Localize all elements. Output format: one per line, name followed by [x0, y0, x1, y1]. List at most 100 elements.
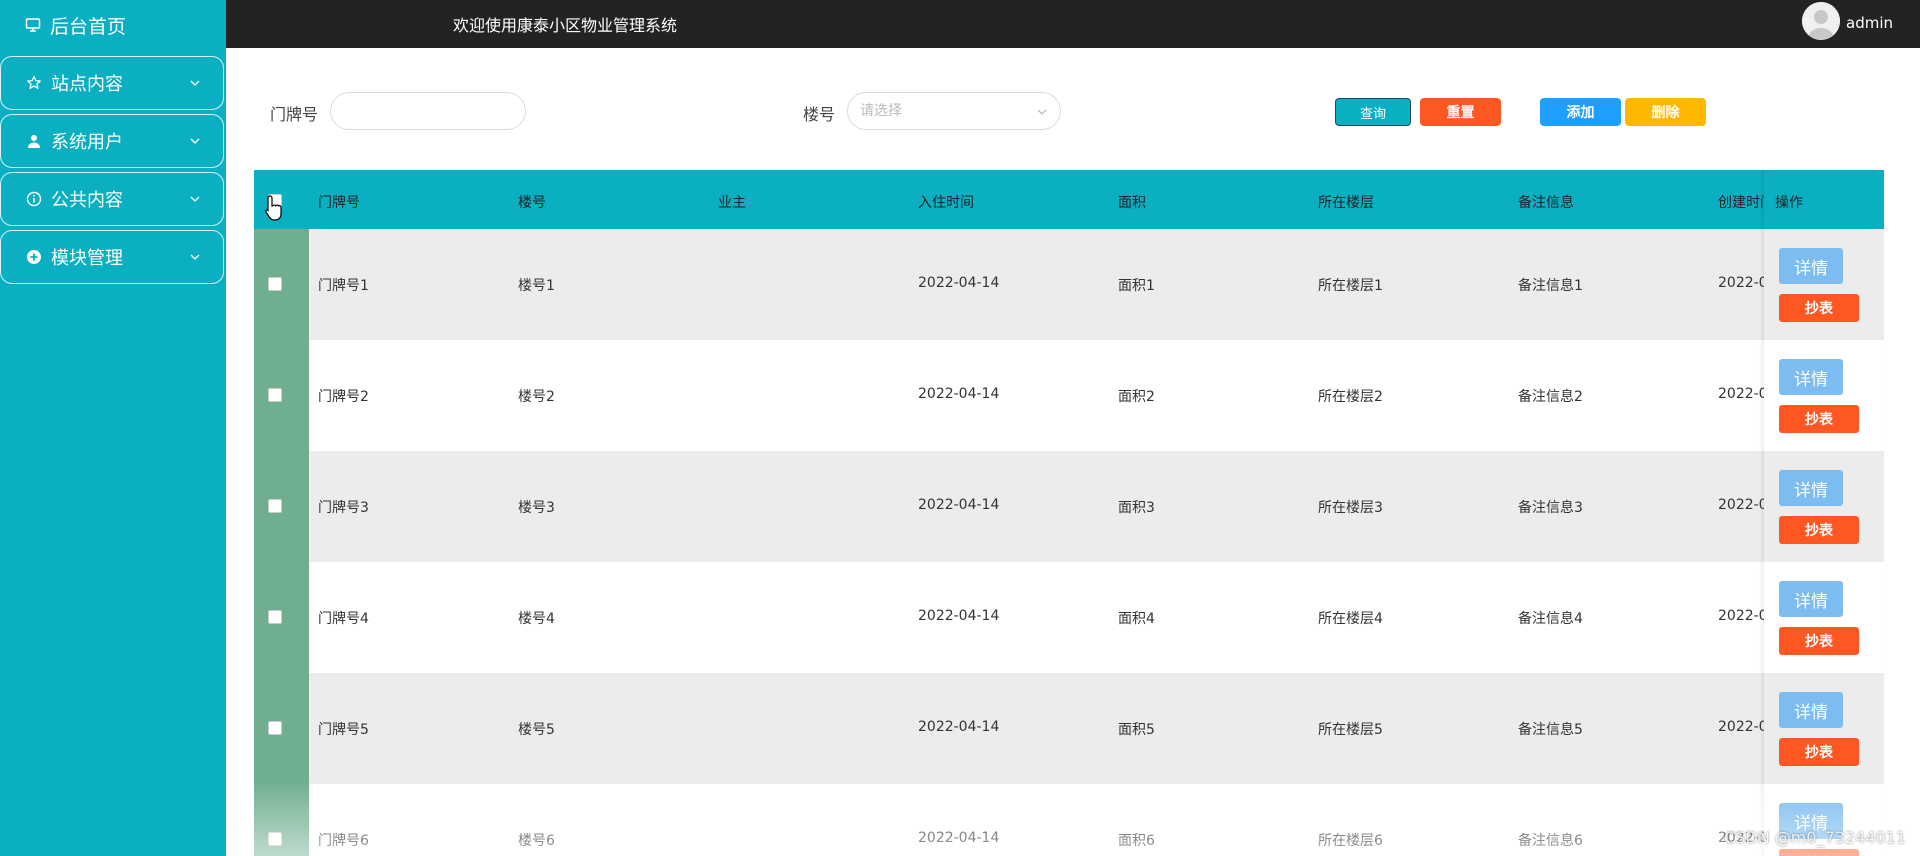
row-checkbox[interactable]	[268, 277, 282, 291]
cell-floor: 所在楼层6	[1318, 833, 1383, 849]
cell-move-in-date: 2022-04-14	[918, 719, 1000, 735]
cell-floor: 所在楼层4	[1318, 611, 1383, 627]
data-table: 门牌号 楼号 业主 入住时间 面积 所在楼层 备注信息 创建时间 门牌号1 楼号…	[254, 170, 1884, 856]
table-row: 门牌号1 楼号1 2022-04-14 面积1 所在楼层1 备注信息1 2022…	[254, 229, 1884, 340]
meter-reading-button[interactable]: 抄表	[1779, 405, 1859, 433]
door-number-label: 门牌号	[270, 105, 319, 124]
cell-door-number: 门牌号6	[318, 833, 369, 849]
cell-remarks: 备注信息2	[1518, 389, 1583, 405]
cell-move-in-date: 2022-04-14	[918, 608, 1000, 624]
meter-reading-button[interactable]: 抄表	[1779, 627, 1859, 655]
cell-created-at: 2022-0	[1718, 497, 1768, 513]
cell-building: 楼号2	[518, 389, 555, 405]
detail-button[interactable]: 详情	[1779, 359, 1843, 395]
header-floor: 所在楼层	[1318, 195, 1374, 211]
sidebar-menu-label: 模块管理	[51, 248, 123, 269]
header-owner: 业主	[718, 195, 746, 211]
cell-area: 面积3	[1118, 500, 1155, 516]
cell-door-number: 门牌号4	[318, 611, 369, 627]
cell-floor: 所在楼层2	[1318, 389, 1383, 405]
chevron-down-icon	[190, 196, 200, 202]
cell-floor: 所在楼层1	[1318, 278, 1383, 294]
cell-area: 面积6	[1118, 833, 1155, 849]
sidebar-menu-label: 站点内容	[51, 74, 123, 95]
cell-area: 面积2	[1118, 389, 1155, 405]
system-title: 欢迎使用康泰小区物业管理系统	[453, 16, 678, 35]
row-checkbox[interactable]	[268, 388, 282, 402]
cell-move-in-date: 2022-04-14	[918, 830, 1000, 846]
detail-button[interactable]: 详情	[1779, 470, 1843, 506]
operation-row: 详情 抄表	[1764, 451, 1884, 562]
detail-button[interactable]: 详情	[1779, 581, 1843, 617]
cell-remarks: 备注信息6	[1518, 833, 1583, 849]
cell-building: 楼号1	[518, 278, 555, 294]
cell-move-in-date: 2022-04-14	[918, 386, 1000, 402]
meter-reading-button[interactable]: 抄表	[1779, 738, 1859, 766]
operation-row: 详情 抄表	[1764, 229, 1884, 340]
sidebar-item-public-content[interactable]: 公共内容	[0, 172, 224, 226]
cell-door-number: 门牌号5	[318, 722, 369, 738]
chevron-down-icon	[190, 254, 200, 260]
operation-column: 操作 详情 抄表 详情 抄表 详情 抄表 详情 抄表 详情 抄表 详情 抄表	[1764, 170, 1884, 856]
table-row: 门牌号6 楼号6 2022-04-14 面积6 所在楼层6 备注信息6 2022…	[254, 784, 1884, 856]
detail-button[interactable]: 详情	[1779, 692, 1843, 728]
cell-door-number: 门牌号1	[318, 278, 369, 294]
cell-floor: 所在楼层3	[1318, 500, 1383, 516]
plus-circle-icon	[25, 248, 43, 266]
cell-building: 楼号6	[518, 833, 555, 849]
sidebar-menu-label: 系统用户	[51, 132, 123, 153]
row-checkbox[interactable]	[268, 499, 282, 513]
chevron-down-icon	[190, 80, 200, 86]
meter-reading-button[interactable]: 抄表	[1779, 294, 1859, 322]
cell-floor: 所在楼层5	[1318, 722, 1383, 738]
meter-reading-button[interactable]: 抄表	[1779, 849, 1859, 856]
sidebar-item-site-content[interactable]: 站点内容	[0, 56, 224, 110]
sidebar-item-home[interactable]: 后台首页	[0, 0, 226, 50]
sidebar-menu-label: 公共内容	[51, 190, 123, 211]
header-building: 楼号	[518, 195, 546, 211]
operation-row: 详情 抄表	[1764, 340, 1884, 451]
row-checkbox[interactable]	[268, 610, 282, 624]
cell-created-at: 2022-0	[1718, 386, 1768, 402]
header-operation: 操作	[1775, 195, 1803, 211]
cell-area: 面积1	[1118, 278, 1155, 294]
row-checkbox[interactable]	[268, 721, 282, 735]
reset-button[interactable]: 重置	[1420, 98, 1501, 126]
cell-remarks: 备注信息1	[1518, 278, 1583, 294]
table-row: 门牌号4 楼号4 2022-04-14 面积4 所在楼层4 备注信息4 2022…	[254, 562, 1884, 673]
operation-row: 详情 抄表	[1764, 562, 1884, 673]
add-button[interactable]: 添加	[1540, 98, 1621, 126]
star-icon	[25, 74, 43, 92]
username[interactable]: admin	[1846, 14, 1893, 32]
cell-area: 面积5	[1118, 722, 1155, 738]
door-number-input[interactable]	[330, 92, 526, 130]
sidebar-item-system-users[interactable]: 系统用户	[0, 114, 224, 168]
header-remarks: 备注信息	[1518, 195, 1574, 211]
meter-reading-button[interactable]: 抄表	[1779, 516, 1859, 544]
cell-created-at: 2022-0	[1718, 608, 1768, 624]
delete-button[interactable]: 删除	[1625, 98, 1706, 126]
header-area: 面积	[1118, 195, 1146, 211]
cell-created-at: 2022-0	[1718, 275, 1768, 291]
row-checkbox[interactable]	[268, 832, 282, 846]
detail-button[interactable]: 详情	[1779, 248, 1843, 284]
sidebar-home-label: 后台首页	[50, 15, 127, 38]
sidebar-item-module-management[interactable]: 模块管理	[0, 230, 224, 284]
cell-building: 楼号5	[518, 722, 555, 738]
query-button[interactable]: 查询	[1335, 98, 1411, 126]
cell-remarks: 备注信息3	[1518, 500, 1583, 516]
building-label: 楼号	[803, 105, 836, 124]
chevron-down-icon	[190, 138, 200, 144]
operation-row: 详情 抄表	[1764, 673, 1884, 784]
building-select[interactable]: 请选择	[847, 92, 1061, 130]
cell-area: 面积4	[1118, 611, 1155, 627]
chevron-down-icon	[1037, 109, 1047, 115]
cell-building: 楼号4	[518, 611, 555, 627]
cell-remarks: 备注信息4	[1518, 611, 1583, 627]
cell-door-number: 门牌号2	[318, 389, 369, 405]
top-bar: 欢迎使用康泰小区物业管理系统 admin	[226, 0, 1920, 48]
user-icon	[25, 132, 43, 150]
avatar[interactable]	[1802, 2, 1840, 40]
cell-created-at: 2022-0	[1718, 719, 1768, 735]
hand-cursor-icon	[265, 195, 282, 221]
